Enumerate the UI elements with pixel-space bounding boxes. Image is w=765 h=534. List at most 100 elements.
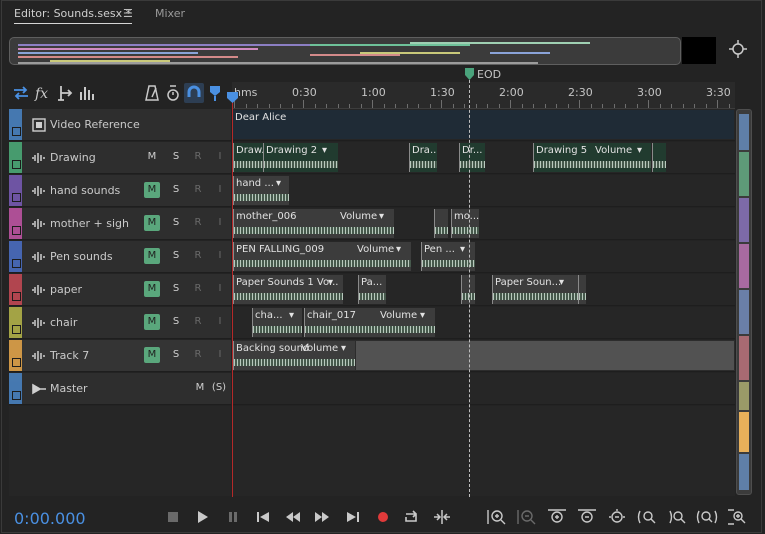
track-color-strip[interactable]	[9, 208, 22, 239]
clip[interactable]: Pa...	[358, 275, 386, 304]
clip-volume-label[interactable]: Volume	[340, 211, 377, 222]
track-header[interactable]: Pen sounds M S R I	[9, 241, 231, 273]
record-arm-button[interactable]: R	[191, 248, 205, 264]
sends-icon[interactable]	[55, 83, 75, 103]
solo-button[interactable]: S	[169, 248, 183, 264]
track-header[interactable]: Track 7 MSRI	[9, 340, 231, 372]
clip[interactable]: Backing sound Volume ▾	[233, 341, 355, 370]
mute-button[interactable]: M	[144, 149, 160, 165]
snapping-magnet-icon[interactable]	[184, 83, 204, 103]
track-name[interactable]: Track 7	[50, 349, 89, 362]
track-name[interactable]: Drawing	[50, 151, 96, 164]
zoom-navigator-icon[interactable]	[729, 40, 747, 58]
time-display[interactable]: 0:00.000	[14, 509, 86, 528]
mute-button[interactable]: M	[144, 281, 160, 297]
track-lane-hand[interactable]: hand ... ▾	[232, 175, 735, 207]
clip-volume-label[interactable]: Volume	[301, 343, 338, 354]
record-arm-button[interactable]: R	[191, 314, 205, 330]
zoom-in-amplitude-icon[interactable]	[486, 508, 508, 526]
mute-button[interactable]: M	[144, 182, 160, 198]
go-to-start-button[interactable]	[254, 508, 272, 526]
track-lane-chair[interactable]: cha... ▾ chair_017 Volume ▾	[232, 307, 735, 339]
effects-fx-icon[interactable]: fx	[33, 83, 53, 103]
zoom-out-time-icon[interactable]	[576, 508, 598, 526]
clip[interactable]: Dra...	[409, 143, 437, 172]
record-arm-button[interactable]: R	[191, 347, 205, 363]
input-monitor-button[interactable]: I	[213, 215, 227, 231]
panel-menu-icon[interactable]: ☰	[123, 7, 133, 20]
rewind-button[interactable]	[284, 508, 302, 526]
track-color-strip[interactable]	[9, 274, 22, 305]
track-lane-mother[interactable]: mother_006 Volume ▾ mo...	[232, 208, 735, 240]
clip-video[interactable]: Dear Alice	[233, 110, 734, 139]
track-color-strip[interactable]	[9, 241, 22, 272]
loop-playback-button[interactable]	[403, 508, 421, 526]
mute-button[interactable]: M	[192, 380, 208, 396]
eod-marker-icon[interactable]	[465, 68, 474, 80]
clip[interactable]: Draw...	[233, 143, 263, 172]
track-color-strip[interactable]	[9, 175, 22, 206]
clip[interactable]: Dr...	[459, 143, 485, 172]
input-monitor-button[interactable]: I	[213, 182, 227, 198]
clip[interactable]: cha... ▾	[252, 308, 302, 337]
track-lane-track7[interactable]: Backing sound Volume ▾	[232, 340, 735, 372]
clip[interactable]: mo...	[451, 209, 479, 238]
track-color-strip[interactable]	[9, 340, 22, 371]
empty-track-area[interactable]	[232, 406, 735, 496]
track-header[interactable]: hand sounds M S R I	[9, 175, 231, 207]
mute-button[interactable]: M	[144, 347, 160, 363]
track-name[interactable]: Master	[50, 382, 88, 395]
track-lane-pen[interactable]: PEN FALLING_009 Volume ▾ Pen ... ▾	[232, 241, 735, 273]
zoom-out-full-icon[interactable]	[606, 508, 628, 526]
playhead-line[interactable]	[232, 95, 233, 497]
track-name[interactable]: Video Reference	[50, 118, 140, 131]
clip[interactable]: Paper Soun... ▾	[492, 275, 578, 304]
clip[interactable]: Drawing 2 ▾	[263, 143, 338, 172]
playhead-handle-icon[interactable]	[227, 92, 238, 103]
input-monitor-button[interactable]: I	[213, 347, 227, 363]
input-monitor-button[interactable]: I	[213, 248, 227, 264]
track-color-strip[interactable]	[9, 142, 22, 173]
mute-button[interactable]: M	[144, 248, 160, 264]
track-header[interactable]: Master M (S)	[9, 373, 231, 405]
timeline-ruler[interactable]: hms 0:30 1:00 1:30 2:00 2:30 3:00 3:30	[232, 82, 735, 109]
zoom-out-point-icon[interactable]	[666, 508, 688, 526]
track-header[interactable]: Drawing M S R I	[9, 142, 231, 174]
track-name[interactable]: paper	[50, 283, 82, 296]
clip-volume-label[interactable]: Volume	[380, 310, 417, 321]
clip[interactable]: mother_006 Volume ▾	[233, 209, 394, 238]
clip[interactable]: Drawing 5 Volume ▾	[533, 143, 651, 172]
track-header[interactable]: mother + sigh M S R I	[9, 208, 231, 240]
solo-button[interactable]: S	[169, 215, 183, 231]
clip[interactable]	[461, 275, 475, 304]
track-name[interactable]: Pen sounds	[50, 250, 113, 263]
metronome-icon[interactable]	[142, 83, 162, 103]
record-arm-button[interactable]: R	[191, 215, 205, 231]
track-name[interactable]: mother + sigh	[50, 217, 129, 230]
track-header[interactable]: chair M S R I	[9, 307, 231, 339]
session-overview[interactable]	[9, 37, 681, 65]
track-color-strip[interactable]	[9, 373, 22, 404]
clip[interactable]: PEN FALLING_009 Volume ▾	[233, 242, 411, 271]
vertical-track-scroller[interactable]	[736, 109, 752, 495]
solo-button[interactable]: (S)	[210, 380, 228, 396]
track-color-strip[interactable]	[9, 109, 22, 140]
clip-volume-label[interactable]: Volume	[595, 145, 632, 156]
skip-selection-button[interactable]	[433, 508, 451, 526]
inputs-outputs-icon[interactable]	[11, 83, 31, 103]
solo-button[interactable]: S	[169, 149, 183, 165]
stop-button[interactable]	[164, 508, 182, 526]
solo-button[interactable]: S	[169, 347, 183, 363]
play-button[interactable]	[193, 508, 211, 526]
zoom-selected-tracks-icon[interactable]	[726, 508, 748, 526]
eq-icon[interactable]	[76, 83, 96, 103]
track-lane-video[interactable]: Dear Alice	[232, 109, 735, 141]
clip[interactable]: Pen ... ▾	[421, 242, 475, 271]
clip[interactable]	[578, 275, 586, 304]
solo-button[interactable]: S	[169, 281, 183, 297]
track-header[interactable]: paper M S R I	[9, 274, 231, 306]
track-lane-master[interactable]	[232, 373, 735, 405]
time-selection-icon[interactable]	[163, 83, 183, 103]
fast-forward-button[interactable]	[313, 508, 331, 526]
zoom-to-selection-icon[interactable]	[696, 508, 718, 526]
